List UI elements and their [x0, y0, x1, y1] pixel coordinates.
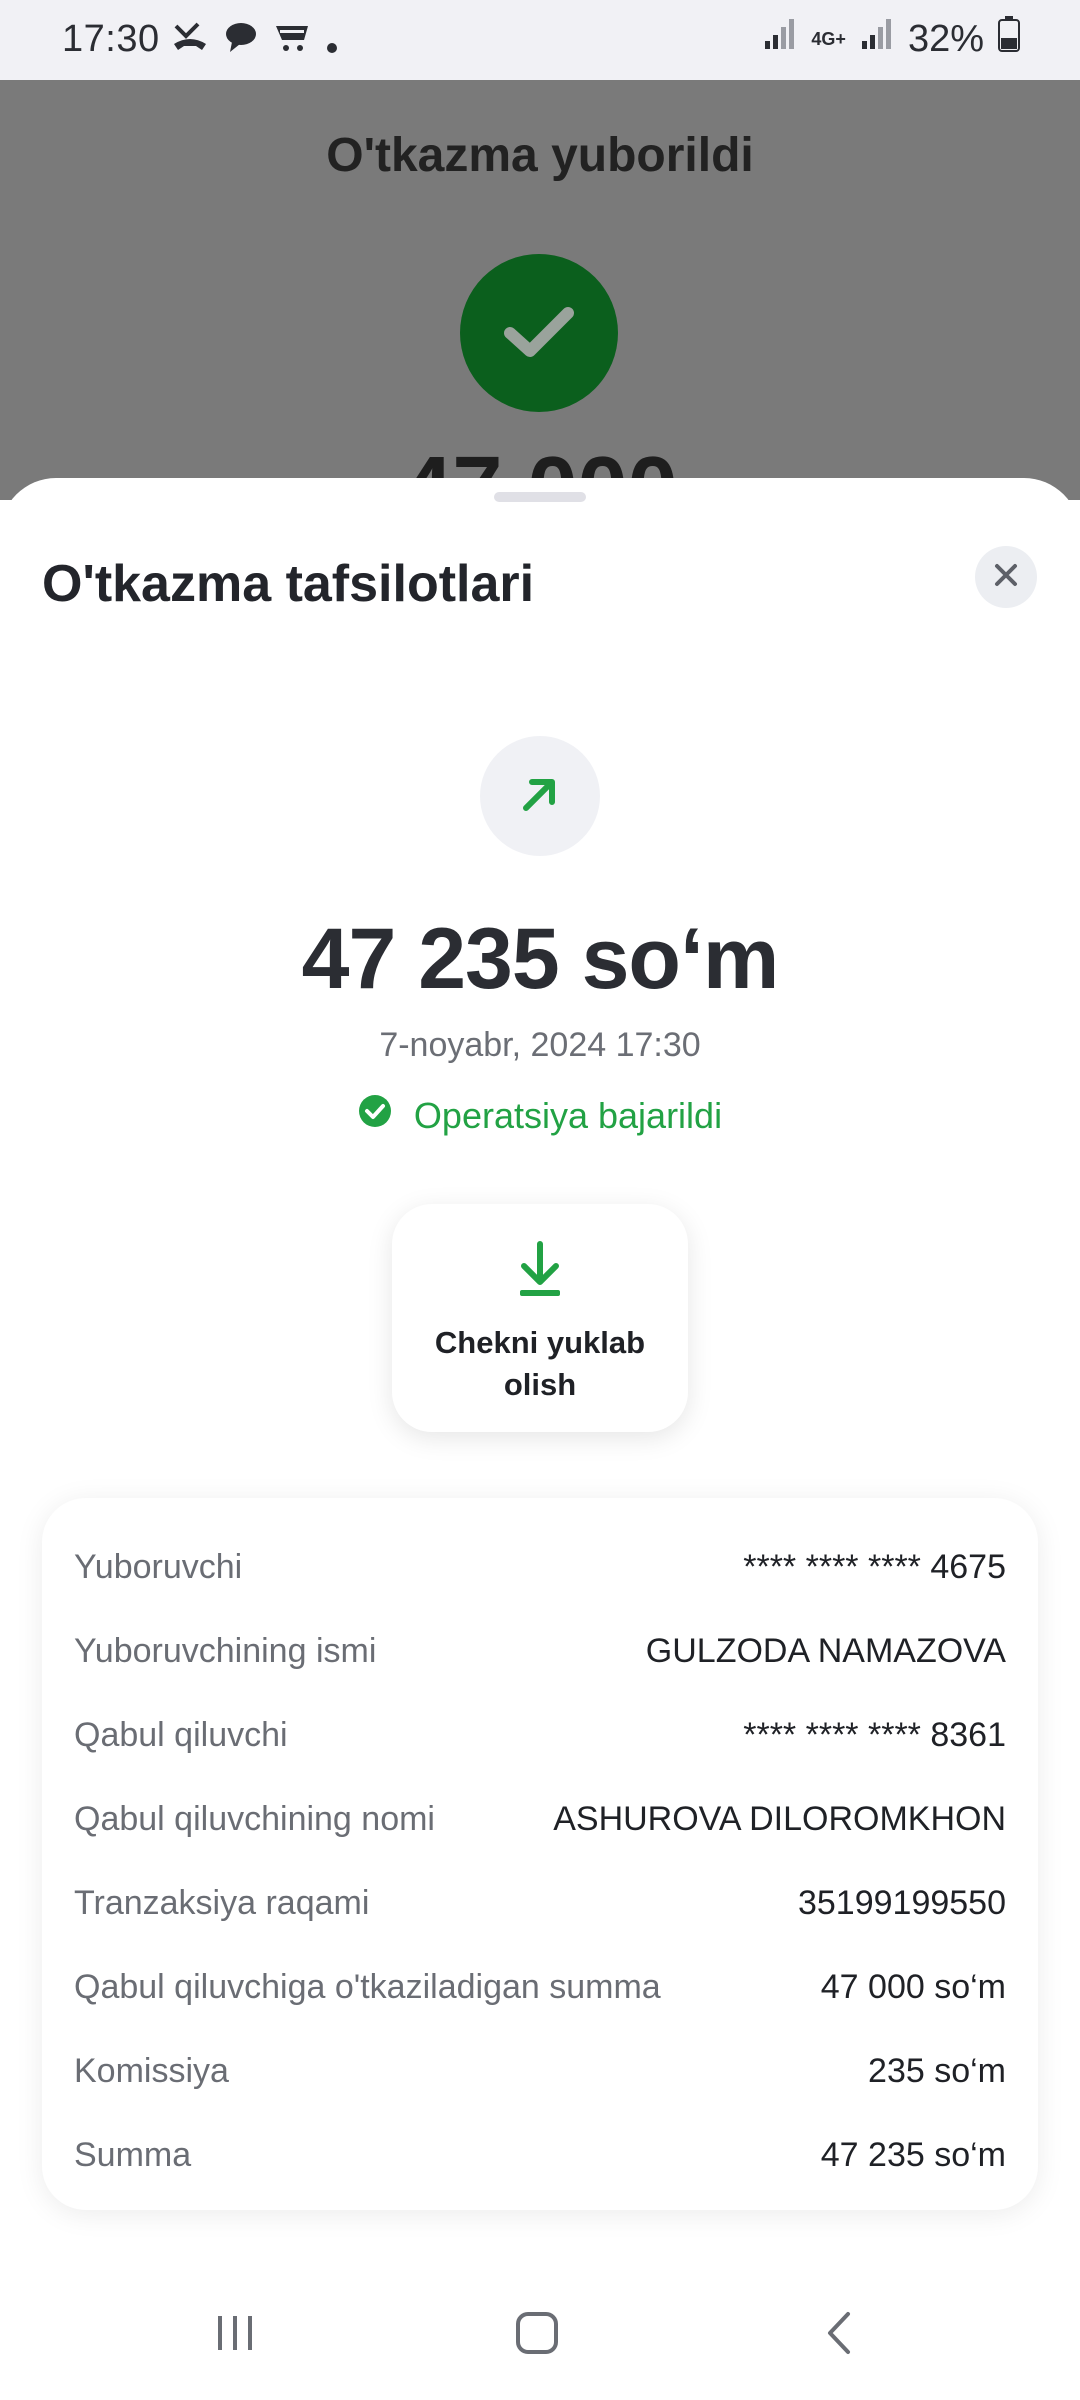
arrow-up-right-icon	[518, 772, 562, 821]
back-icon[interactable]	[818, 2310, 864, 2361]
download-receipt-label: Chekni yuklab olish	[434, 1325, 646, 1402]
detail-row-sender-name: Yuboruvchining ismi GULZODA NAMAZOVA	[74, 1626, 1006, 1676]
system-icons: 4G+ 32%	[763, 16, 1020, 62]
battery-percent: 32%	[907, 17, 984, 60]
detail-label: Qabul qiluvchiga o'tkaziladigan summa	[74, 1967, 661, 2006]
transfer-amount: 47 235 so‘m	[301, 911, 780, 1007]
notification-icons	[172, 20, 338, 64]
detail-value: 35199199550	[797, 1883, 1006, 1922]
transfer-details-card: Yuboruvchi **** **** **** 4675 Yuboruvch…	[42, 1498, 1038, 2210]
detail-row-recipient-name: Qabul qiluvchining nomi ASHUROVA DILOROM…	[74, 1794, 1006, 1844]
battery-icon	[998, 16, 1020, 62]
detail-row-total: Summa 47 235 so‘m	[74, 2130, 1006, 2180]
detail-label: Tranzaksiya raqami	[74, 1883, 370, 1922]
transfer-details-sheet: O'tkazma tafsilotlari 47 235 so‘m 7-noya…	[0, 478, 1080, 2400]
detail-value: GULZODA NAMAZOVA	[645, 1631, 1006, 1670]
detail-row-commission: Komissiya 235 so‘m	[74, 2046, 1006, 2096]
detail-value: **** **** **** 8361	[743, 1715, 1006, 1754]
network-type-icon: 4G+	[811, 28, 846, 49]
operation-status: Operatsiya bajarildi	[0, 1094, 1080, 1137]
detail-label: Qabul qiluvchining nomi	[74, 1799, 435, 1838]
detail-row-recipient-amount: Qabul qiluvchiga o'tkaziladigan summa 47…	[74, 1962, 1006, 2012]
system-navigation-bar	[0, 2270, 1080, 2400]
download-icon	[512, 1240, 568, 1305]
check-circle-icon	[358, 1094, 392, 1137]
background-screen: O'tkazma yuborildi 47 000	[0, 80, 1080, 500]
detail-value: **** **** **** 4675	[743, 1547, 1006, 1586]
detail-row-recipient-card: Qabul qiluvchi **** **** **** 8361	[74, 1710, 1006, 1760]
detail-label: Yuboruvchining ismi	[74, 1631, 377, 1670]
close-button[interactable]	[975, 546, 1037, 608]
detail-value: 47 000 so‘m	[820, 1967, 1006, 2006]
detail-row-transaction-id: Tranzaksiya raqami 35199199550	[74, 1878, 1006, 1928]
detail-label: Yuboruvchi	[74, 1547, 243, 1586]
status-bar: 17:30 4G+ 32%	[0, 0, 1080, 80]
detail-label: Qabul qiluvchi	[74, 1715, 288, 1754]
sheet-drag-handle[interactable]	[494, 492, 586, 502]
status-time: 17:30	[62, 18, 160, 60]
chat-icon	[224, 20, 258, 64]
signal-icon	[763, 17, 797, 61]
detail-label: Summa	[74, 2135, 192, 2174]
detail-label: Komissiya	[74, 2051, 229, 2090]
transfer-date: 7-noyabr, 2024 17:30	[379, 1026, 701, 1064]
home-icon[interactable]	[514, 2310, 560, 2361]
recent-apps-icon[interactable]	[212, 2310, 258, 2361]
status-text: Operatsiya bajarildi	[413, 1094, 723, 1136]
background-title: O'tkazma yuborildi	[326, 129, 754, 182]
sheet-title: O'tkazma tafsilotlari	[42, 555, 535, 613]
missed-call-icon	[172, 20, 208, 64]
close-icon	[993, 562, 1019, 593]
signal-icon	[860, 17, 894, 61]
success-check-icon	[460, 254, 618, 412]
download-receipt-button[interactable]: Chekni yuklab olish	[392, 1204, 688, 1432]
cart-icon	[274, 20, 310, 64]
detail-value: 235 so‘m	[868, 2051, 1006, 2090]
dot-icon	[326, 21, 338, 64]
detail-row-sender-card: Yuboruvchi **** **** **** 4675	[74, 1542, 1006, 1592]
detail-value: ASHUROVA DILOROMKHON	[553, 1799, 1006, 1838]
outgoing-transfer-badge	[480, 736, 600, 856]
detail-value: 47 235 so‘m	[820, 2135, 1006, 2174]
